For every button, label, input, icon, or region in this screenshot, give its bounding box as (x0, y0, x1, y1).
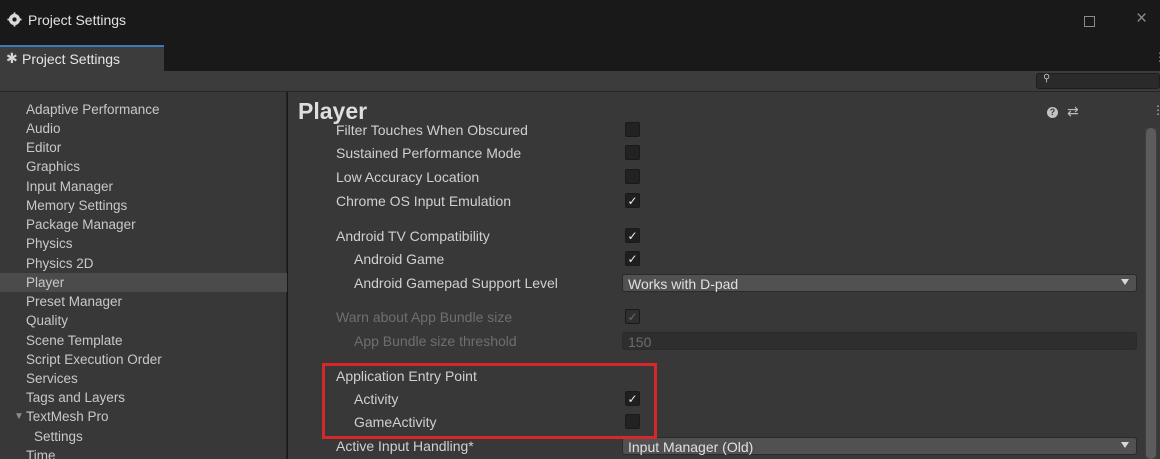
presets-icon[interactable]: ⇄ (1067, 103, 1079, 120)
row-label: Filter Touches When Obscured (336, 122, 528, 138)
checkbox-android-tv[interactable]: ✓ (625, 228, 640, 243)
checkbox-sustained-performance[interactable] (625, 145, 640, 160)
sidebar-item-player[interactable]: Player (0, 273, 287, 292)
close-button[interactable]: × (1136, 9, 1147, 28)
sidebar-item-textmesh-pro[interactable]: ▼ TextMesh Pro (0, 407, 287, 426)
sidebar-item-preset-manager[interactable]: Preset Manager (0, 292, 287, 311)
sidebar-item-memory-settings[interactable]: Memory Settings (0, 196, 287, 215)
sidebar-item-tags-and-layers[interactable]: Tags and Layers (0, 388, 287, 407)
sidebar-item-physics-2d[interactable]: Physics 2D (0, 254, 287, 273)
row-chrome-os-input: Chrome OS Input Emulation ✓ (288, 190, 1160, 212)
chevron-down-icon (1121, 279, 1129, 285)
field-value: 150 (628, 334, 652, 350)
sidebar-item-label: TextMesh Pro (26, 409, 109, 424)
row-label: Sustained Performance Mode (336, 145, 522, 161)
row-label: Android Gamepad Support Level (354, 275, 558, 291)
more-options-icon[interactable]: ⋮ (1152, 103, 1160, 117)
tab-project-settings[interactable]: ✱ Project Settings (0, 45, 164, 71)
sidebar-item-editor[interactable]: Editor (0, 138, 287, 157)
row-label: Active Input Handling* (336, 438, 474, 454)
sidebar-item-textmesh-settings[interactable]: Settings (0, 427, 287, 446)
row-gamepad-support-level: Android Gamepad Support Level Works with… (288, 272, 1160, 294)
vertical-scrollbar[interactable] (1145, 128, 1157, 459)
row-label: Android TV Compatibility (336, 228, 490, 244)
sidebar-item-quality[interactable]: Quality (0, 311, 287, 330)
maximize-button[interactable] (1084, 16, 1095, 27)
row-label: Warn about App Bundle size (336, 309, 513, 325)
sidebar-item-physics[interactable]: Physics (0, 234, 287, 253)
search-icon: ⚲ (1043, 73, 1051, 84)
highlight-annotation (322, 363, 657, 439)
row-warn-bundle-size: Warn about App Bundle size ✓ (288, 306, 1160, 328)
tab-strip: ✱ Project Settings (0, 42, 1160, 71)
tab-label: Project Settings (22, 51, 121, 67)
unity-cog-icon (7, 12, 22, 27)
checkbox-android-game[interactable]: ✓ (625, 251, 640, 266)
dropdown-value: Works with D-pad (628, 276, 739, 292)
row-label: Android Game (354, 251, 445, 267)
sidebar-item-input-manager[interactable]: Input Manager (0, 177, 287, 196)
toolbar: ⚲ (0, 71, 1160, 92)
checkbox-filter-touches[interactable] (625, 122, 640, 137)
search-box[interactable]: ⚲ (1036, 73, 1160, 89)
foldout-arrow-icon[interactable]: ▼ (14, 407, 24, 426)
sidebar-item-script-execution-order[interactable]: Script Execution Order (0, 350, 287, 369)
sidebar-item-audio[interactable]: Audio (0, 119, 287, 138)
chevron-down-icon (1121, 442, 1129, 448)
row-label: App Bundle size threshold (354, 333, 517, 349)
help-icon[interactable]: ? (1047, 107, 1058, 118)
scrollbar-thumb[interactable] (1146, 128, 1156, 459)
row-label: Chrome OS Input Emulation (336, 193, 512, 209)
sidebar-item-services[interactable]: Services (0, 369, 287, 388)
settings-sidebar: Adaptive Performance Audio Editor Graphi… (0, 92, 287, 459)
bundle-threshold-field: 150 (622, 332, 1137, 350)
sidebar-item-time[interactable]: Time (0, 446, 287, 459)
row-filter-touches: Filter Touches When Obscured (288, 119, 1160, 141)
sidebar-item-package-manager[interactable]: Package Manager (0, 215, 287, 234)
gear-icon: ✱ (6, 50, 18, 66)
sidebar-item-graphics[interactable]: Graphics (0, 157, 287, 176)
sidebar-item-scene-template[interactable]: Scene Template (0, 331, 287, 350)
row-android-tv: Android TV Compatibility ✓ (288, 225, 1160, 247)
row-label: Low Accuracy Location (336, 169, 480, 185)
checkbox-low-accuracy-location[interactable] (625, 169, 640, 184)
window-title: Project Settings (28, 12, 127, 28)
checkbox-chrome-os-input[interactable]: ✓ (625, 193, 640, 208)
input-handling-dropdown[interactable]: Input Manager (Old) (622, 437, 1137, 455)
dropdown-value: Input Manager (Old) (628, 439, 754, 455)
checkbox-warn-bundle-size: ✓ (625, 309, 640, 324)
sidebar-item-adaptive-performance[interactable]: Adaptive Performance (0, 100, 287, 119)
gamepad-support-dropdown[interactable]: Works with D-pad (622, 274, 1137, 292)
row-android-game: Android Game ✓ (288, 248, 1160, 270)
search-input[interactable] (1055, 74, 1155, 88)
window-menu-icon[interactable]: ⋮ (1154, 50, 1160, 64)
row-bundle-threshold: App Bundle size threshold 150 (288, 330, 1160, 352)
row-low-accuracy-location: Low Accuracy Location (288, 166, 1160, 188)
row-sustained-performance: Sustained Performance Mode (288, 142, 1160, 164)
title-bar: Project Settings × (0, 0, 1160, 42)
